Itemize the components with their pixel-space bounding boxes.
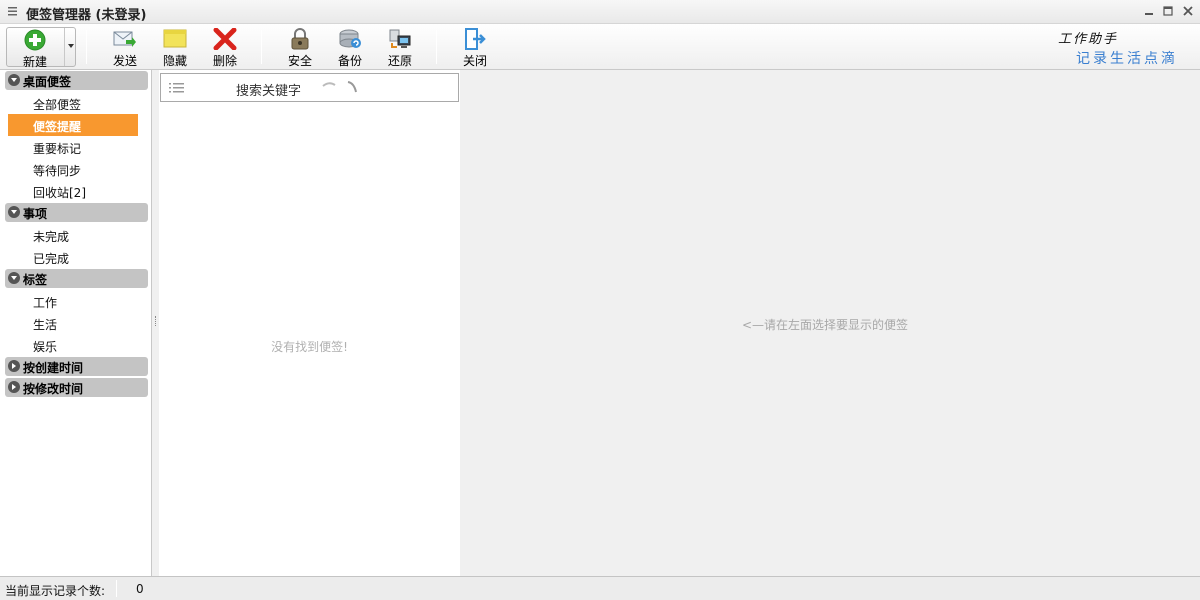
new-note-button[interactable]: 新建 — [7, 28, 63, 69]
brand-logo: 工作助手 记录生活点滴 — [1050, 26, 1190, 68]
new-note-split-button: 新建 — [6, 27, 76, 69]
sidebar-item-life[interactable]: 生活 — [8, 312, 138, 334]
hide-label: 隐藏 — [162, 54, 187, 68]
group-label: 按创建时间 — [23, 361, 84, 375]
restore-label: 还原 — [387, 54, 412, 68]
group-header-tasks[interactable]: 事项 — [5, 203, 148, 222]
brand-title: 工作助手 — [1058, 32, 1119, 47]
security-label: 安全 — [287, 54, 312, 68]
exit-label: 关闭 — [462, 54, 487, 68]
expand-right-icon — [8, 381, 20, 393]
search-placeholder: 搜索关键字 — [236, 84, 302, 99]
sidebar-item-reminders[interactable]: 便签提醒 — [8, 114, 138, 136]
sidebar-item-label: 未完成 — [33, 230, 70, 244]
sidebar-item-incomplete[interactable]: 未完成 — [8, 224, 138, 246]
sidebar-item-label: 生活 — [33, 318, 58, 332]
sidebar-item-work[interactable]: 工作 — [8, 290, 138, 312]
record-count-label: 当前显示记录个数: — [5, 584, 106, 598]
category-sidebar: 桌面便签 全部便签 便签提醒 重要标记 等待同步 回收站[2] 事项 未完成 已… — [0, 70, 152, 576]
brand-slogan: 记录生活点滴 — [1076, 51, 1178, 67]
status-bar: 当前显示记录个数: 0 — [0, 576, 1200, 600]
sidebar-item-label: 已完成 — [33, 252, 70, 266]
sidebar-item-label: 便签提醒 — [33, 120, 82, 134]
record-count-value: 0 — [136, 582, 144, 596]
group-header-desktop-notes[interactable]: 桌面便签 — [5, 71, 148, 90]
group-header-by-modified[interactable]: 按修改时间 — [5, 378, 148, 397]
delete-label: 删除 — [212, 54, 237, 68]
restore-icon — [389, 29, 411, 48]
splitter-grip-icon — [155, 316, 157, 326]
security-button[interactable]: 安全 — [277, 27, 323, 68]
expand-right-icon — [8, 360, 20, 372]
sidebar-item-label: 工作 — [33, 296, 58, 310]
sidebar-item-label: 回收站[2] — [33, 186, 86, 200]
new-note-dropdown[interactable] — [64, 28, 76, 66]
sidebar-item-important[interactable]: 重要标记 — [8, 136, 138, 158]
expand-down-icon — [8, 74, 20, 86]
exit-button[interactable]: 关闭 — [452, 27, 498, 68]
group-label: 按修改时间 — [23, 382, 84, 396]
sidebar-item-label: 重要标记 — [33, 142, 82, 156]
sidebar-item-completed[interactable]: 已完成 — [8, 246, 138, 268]
maximize-icon[interactable] — [1161, 4, 1175, 18]
exit-door-icon — [465, 28, 486, 50]
close-icon[interactable] — [1181, 4, 1195, 18]
minimize-icon[interactable] — [1142, 4, 1156, 18]
notes-list-pane: 搜索关键字 没有找到便签! — [159, 70, 460, 576]
status-separator — [116, 580, 117, 597]
sidebar-item-all-notes[interactable]: 全部便签 — [8, 92, 138, 114]
sidebar-item-label: 全部便签 — [33, 98, 82, 112]
window-menu-icon[interactable] — [7, 5, 19, 17]
sidebar-item-label: 等待同步 — [33, 164, 82, 178]
note-detail-pane: <—请在左面选择要显示的便签 — [460, 70, 1200, 576]
sidebar-item-label: 娱乐 — [33, 340, 58, 354]
expand-down-icon — [8, 206, 20, 218]
backup-button[interactable]: 备份 — [327, 27, 373, 68]
new-note-label: 新建 — [22, 55, 47, 69]
send-label: 发送 — [112, 54, 137, 68]
empty-list-message: 没有找到便签! — [271, 340, 348, 354]
loading-spinner-icon — [322, 81, 357, 93]
red-x-icon — [213, 28, 237, 50]
search-input[interactable]: 搜索关键字 — [160, 73, 459, 102]
group-label: 桌面便签 — [23, 75, 72, 89]
sidebar-item-pending-sync[interactable]: 等待同步 — [8, 158, 138, 180]
add-green-icon — [24, 29, 46, 51]
group-label: 事项 — [23, 207, 48, 221]
backup-drive-icon — [339, 29, 361, 48]
toolbar: 新建 发送 隐藏 删除 安全 备份 还原 关闭 工作助手 记录生活点滴 — [0, 24, 1200, 70]
sticky-note-icon — [163, 29, 187, 48]
group-header-by-created[interactable]: 按创建时间 — [5, 357, 148, 376]
window-title: 便签管理器 (未登录) — [26, 8, 147, 23]
delete-button[interactable]: 删除 — [202, 27, 248, 68]
padlock-icon — [291, 28, 309, 50]
backup-label: 备份 — [337, 54, 362, 68]
send-button[interactable]: 发送 — [102, 27, 148, 68]
toolbar-separator — [86, 30, 87, 64]
restore-button[interactable]: 还原 — [377, 27, 423, 68]
toolbar-separator — [436, 30, 437, 64]
sidebar-item-recycle-bin[interactable]: 回收站[2] — [8, 180, 138, 202]
title-bar: 便签管理器 (未登录) — [0, 0, 1200, 24]
hide-button[interactable]: 隐藏 — [152, 27, 198, 68]
chevron-down-icon — [68, 44, 74, 48]
toolbar-separator — [261, 30, 262, 64]
select-note-hint: <—请在左面选择要显示的便签 — [741, 318, 909, 332]
group-label: 标签 — [23, 273, 48, 287]
sidebar-item-entertainment[interactable]: 娱乐 — [8, 334, 138, 356]
group-header-tags[interactable]: 标签 — [5, 269, 148, 288]
send-mail-icon — [113, 31, 136, 47]
list-view-icon[interactable] — [169, 82, 185, 94]
expand-down-icon — [8, 272, 20, 284]
